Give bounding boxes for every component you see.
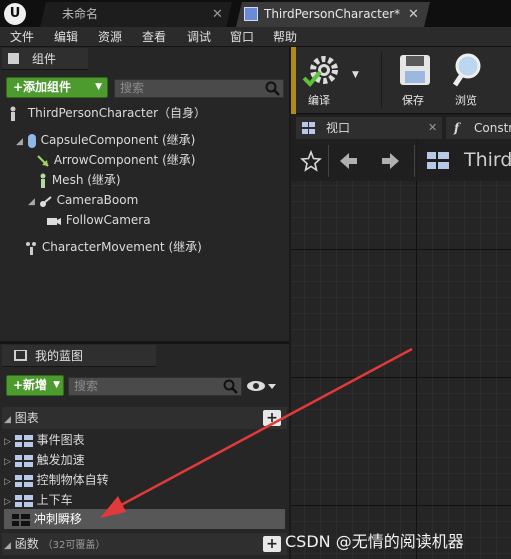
watermark-text: CSDN @无情的阅读机器 bbox=[285, 532, 464, 551]
annotation-arrow bbox=[100, 347, 413, 518]
